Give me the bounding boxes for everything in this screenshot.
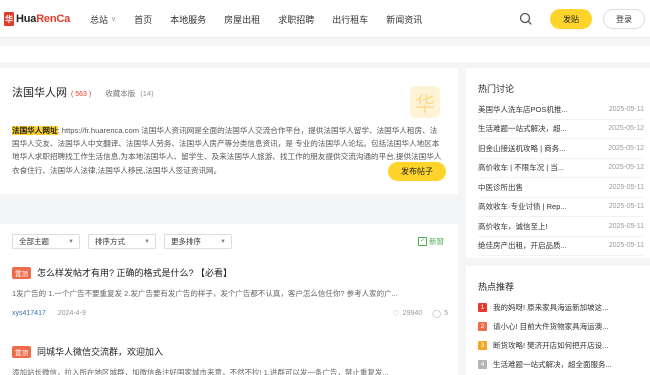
login-button[interactable]: 登录 xyxy=(603,9,645,29)
main-nav: 总站 ∨ 首页 本地服务 房屋出租 求职招聘 出行租车 新闻资讯 xyxy=(90,0,440,38)
post-title-row: 置顶 同城华人微信交流群，欢迎加入 xyxy=(12,345,448,358)
post-button[interactable]: 发贴 xyxy=(550,9,592,29)
logo-text: HuaRenCa xyxy=(16,13,71,25)
nav-item-news[interactable]: 新闻资讯 xyxy=(386,13,422,26)
caret-down-icon: ▼ xyxy=(68,238,74,245)
logo-mark: 华 xyxy=(4,12,14,26)
nav-item-local-services[interactable]: 本地服务 xyxy=(170,13,206,26)
list-item[interactable]: 旧金山接送机攻略 | 商务... 2025-05-12 xyxy=(478,139,644,159)
nav-item-car-rental[interactable]: 出行租车 xyxy=(332,13,368,26)
watermark-logo-icon: 华 xyxy=(404,82,444,122)
svg-text:华: 华 xyxy=(415,92,435,116)
nav-item-all-sites[interactable]: 总站 ∨ xyxy=(90,13,116,26)
post-author[interactable]: xys417417 xyxy=(12,310,46,317)
forum-description-text: : https://fr.huarenca.com 法国华人资讯网是全面的法国华… xyxy=(12,126,442,175)
post-excerpt: 1发广告的 1.一个广告不要重复发 2.发广告要有发广告的样子，发个广告都不认真… xyxy=(12,289,398,298)
post-meta: xys417417 2024-4-9 ♡ 29940 ◯ 5 xyxy=(12,309,448,318)
top-navigation-bar: 华 HuaRenCa 总站 ∨ 首页 本地服务 房屋出租 求职招聘 出行租车 新闻… xyxy=(0,0,650,38)
post-list-card: 全部主题 ▼ 排序方式 ▼ 更多排序 ▼ ✓ 新窗 置顶 怎么样发帖才有用? 正确的格式… xyxy=(0,224,458,375)
comment-count: 5 xyxy=(444,310,448,317)
view-count: 29940 xyxy=(402,310,423,317)
caret-down-icon: ▼ xyxy=(144,238,150,245)
publish-post-button[interactable]: 发布帖子 xyxy=(388,162,446,181)
favorite-count: (14) xyxy=(140,89,154,98)
like-icon: ♡ xyxy=(392,309,400,318)
list-item[interactable]: 4 生活难题一站式解决，超全面服务... xyxy=(478,355,644,374)
list-item[interactable]: 高价收车 | 不限车况 | 当... 2025-05-12 xyxy=(478,159,644,178)
topic-filter-select[interactable]: 全部主题 ▼ xyxy=(12,234,80,249)
list-item[interactable]: 绝佳房产出租，开启品质... 2025-05-11 xyxy=(478,237,644,256)
hot-discussions-list: 美国华人洗车店POS机推... 2025-05-11 生活难题一站式解决，超...… xyxy=(478,100,644,256)
list-item[interactable]: 高效收车·专业讨债 | Rep... 2025-05-11 xyxy=(478,198,644,217)
rank-badge: 4 xyxy=(478,360,487,369)
hot-discussions-panel: 热门讨论 美国华人洗车店POS机推... 2025-05-11 生活难题一站式解决… xyxy=(466,68,650,258)
list-item[interactable]: 2 请小心! 目前大件货物家具海运澳... xyxy=(478,317,644,336)
list-item[interactable]: 1 我的妈呀! 原来家具海运新加坡这... xyxy=(478,298,644,317)
post-title[interactable]: 怎么样发帖才有用? 正确的格式是什么? 【必看】 xyxy=(37,266,232,279)
hot-recommendations-panel: 热点推荐 1 我的妈呀! 原来家具海运新加坡这... 2 请小心! 目前大件货物家具… xyxy=(466,266,650,375)
list-item[interactable]: 3 断货攻略! 樊济开店如何把开店设... xyxy=(478,336,644,355)
list-item[interactable]: 高价收车，诚信至上! 2025-05-11 xyxy=(478,217,644,237)
banner-strip xyxy=(0,46,650,62)
filter-bar: 全部主题 ▼ 排序方式 ▼ 更多排序 ▼ xyxy=(12,234,240,249)
forum-title: 法国华人网 xyxy=(12,87,67,99)
post-title-row: 置顶 怎么样发帖才有用? 正确的格式是什么? 【必看】 xyxy=(12,266,448,279)
sort-select[interactable]: 排序方式 ▼ xyxy=(88,234,156,249)
list-item[interactable]: 置顶 怎么样发帖才有用? 正确的格式是什么? 【必看】 1发广告的 1.一个广告… xyxy=(12,266,448,318)
nav-item-jobs[interactable]: 求职招聘 xyxy=(278,13,314,26)
comment-icon: ◯ xyxy=(432,309,442,318)
caret-down-icon: ▼ xyxy=(220,238,226,245)
forum-info-card: 法国华人网 ( 563 ) 收藏本版 (14) 华 法国华人网址: https:… xyxy=(0,68,458,194)
search-icon[interactable] xyxy=(518,11,534,27)
rank-badge: 2 xyxy=(478,322,487,331)
favorite-link[interactable]: 收藏本版 xyxy=(105,88,135,99)
post-stats: ♡ 29940 ◯ 5 xyxy=(383,309,449,318)
post-excerpt: 添加站长微信，拉入所在地区城群，加微信备注好国家城市来意，不然不拉! 1.进群可… xyxy=(12,368,389,375)
post-title[interactable]: 同城华人微信交流群，欢迎加入 xyxy=(37,345,163,358)
chevron-down-icon: ∨ xyxy=(111,16,117,23)
nav-item-home[interactable]: 首页 xyxy=(134,13,152,26)
site-logo[interactable]: 华 HuaRenCa xyxy=(4,11,70,27)
post-date: 2024-4-9 xyxy=(57,310,86,317)
new-window-toggle[interactable]: ✓ 新窗 xyxy=(418,236,444,247)
site-url-label: 法国华人网址 xyxy=(12,126,58,135)
forum-description: 法国华人网址: https://fr.huarenca.com 法国华人资讯网是… xyxy=(12,124,444,177)
more-sort-select[interactable]: 更多排序 ▼ xyxy=(164,234,232,249)
list-item[interactable]: 置顶 同城华人微信交流群，欢迎加入 添加站长微信，拉入所在地区城群，加微信备注好… xyxy=(12,345,448,375)
rank-badge: 3 xyxy=(478,341,487,350)
rank-badge: 1 xyxy=(478,303,487,312)
list-item[interactable]: 生活难题一站式解决，超... 2025-05-12 xyxy=(478,120,644,139)
checkbox-icon: ✓ xyxy=(418,237,427,246)
nav-item-rentals[interactable]: 房屋出租 xyxy=(224,13,260,26)
list-item[interactable]: 美国华人洗车店POS机推... 2025-05-11 xyxy=(478,100,644,120)
pinned-badge: 置顶 xyxy=(12,266,31,279)
hot-discussions-title: 热门讨论 xyxy=(478,84,515,94)
list-item[interactable]: 中医诊所出售 2025-05-11 xyxy=(478,178,644,198)
post-count: ( 563 ) xyxy=(71,91,92,98)
hot-recommendations-list: 1 我的妈呀! 原来家具海运新加坡这... 2 请小心! 目前大件货物家具海运澳..… xyxy=(478,298,644,374)
pinned-badge: 置顶 xyxy=(12,345,31,358)
forum-title-row: 法国华人网 ( 563 ) 收藏本版 (14) xyxy=(12,84,154,100)
hot-recommendations-title: 热点推荐 xyxy=(478,282,515,292)
